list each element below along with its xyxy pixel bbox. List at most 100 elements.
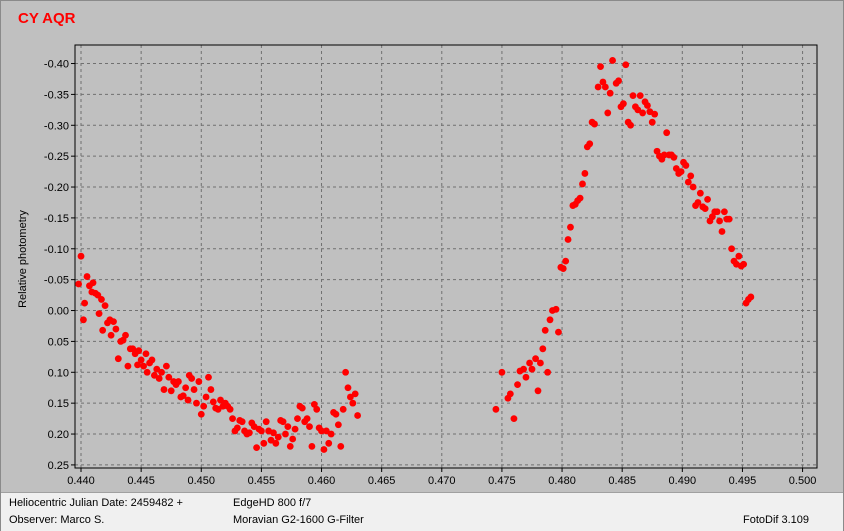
data-point bbox=[279, 418, 287, 426]
y-tick-label: -0.25 bbox=[44, 151, 69, 163]
data-point bbox=[99, 326, 107, 334]
data-point bbox=[184, 396, 192, 404]
data-point bbox=[272, 439, 280, 447]
data-point bbox=[137, 356, 145, 364]
x-tick-label: 0.485 bbox=[608, 475, 636, 487]
data-point bbox=[182, 384, 190, 392]
y-tick-label: -0.30 bbox=[44, 120, 69, 132]
data-point bbox=[562, 257, 570, 265]
data-point bbox=[332, 410, 340, 418]
data-point bbox=[80, 316, 87, 324]
data-point bbox=[629, 92, 637, 100]
data-point bbox=[110, 318, 117, 326]
data-point bbox=[696, 189, 704, 197]
data-point bbox=[567, 223, 574, 231]
data-point bbox=[528, 365, 536, 373]
data-point bbox=[682, 162, 690, 169]
data-point bbox=[339, 405, 347, 413]
x-tick-label: 0.480 bbox=[548, 475, 576, 487]
data-point bbox=[546, 316, 554, 324]
x-tick-label: 0.440 bbox=[67, 475, 95, 487]
x-tick-label: 0.455 bbox=[248, 475, 276, 487]
data-point bbox=[253, 444, 260, 452]
data-point bbox=[77, 252, 85, 260]
data-point bbox=[555, 328, 562, 336]
data-point bbox=[162, 362, 170, 370]
data-point bbox=[124, 362, 132, 370]
y-tick-label: -0.15 bbox=[44, 213, 69, 225]
y-tick-label: -0.20 bbox=[44, 182, 69, 194]
x-tick-label: 0.445 bbox=[127, 475, 155, 487]
data-point bbox=[537, 359, 544, 367]
data-point bbox=[644, 102, 651, 109]
data-point bbox=[160, 386, 168, 393]
data-point bbox=[83, 273, 91, 280]
data-point bbox=[282, 430, 289, 438]
data-point bbox=[586, 140, 594, 148]
y-tick-label: 0.25 bbox=[48, 460, 69, 472]
data-point bbox=[190, 386, 198, 393]
x-tick-label: 0.495 bbox=[729, 475, 757, 487]
data-point bbox=[188, 375, 196, 382]
data-point bbox=[615, 77, 622, 85]
data-point bbox=[520, 365, 527, 373]
data-point bbox=[604, 109, 612, 117]
data-point bbox=[245, 429, 253, 437]
data-point bbox=[725, 215, 733, 223]
data-point bbox=[677, 168, 685, 175]
data-point bbox=[648, 118, 656, 126]
data-point bbox=[258, 427, 265, 435]
plot-background bbox=[75, 45, 817, 468]
data-point bbox=[327, 430, 335, 438]
data-point bbox=[701, 205, 709, 213]
data-point bbox=[349, 399, 357, 407]
x-tick-label: 0.500 bbox=[789, 475, 817, 487]
data-point bbox=[735, 252, 743, 260]
y-tick-label: -0.35 bbox=[44, 89, 69, 101]
data-point bbox=[306, 423, 313, 431]
data-point bbox=[143, 368, 151, 376]
data-point bbox=[98, 296, 105, 303]
footer-info: Heliocentric Julian Date: 2459482 + Obse… bbox=[1, 492, 843, 531]
software-label: FotoDif 3.109 bbox=[743, 514, 810, 526]
data-point bbox=[202, 393, 210, 401]
data-point bbox=[552, 305, 560, 313]
data-point bbox=[262, 418, 270, 426]
data-point bbox=[713, 208, 721, 216]
data-point bbox=[636, 92, 644, 100]
data-point bbox=[506, 390, 514, 398]
data-point bbox=[167, 387, 175, 395]
data-point bbox=[591, 120, 598, 128]
data-point bbox=[175, 378, 182, 385]
data-point bbox=[539, 345, 547, 353]
data-point bbox=[238, 418, 246, 426]
data-point bbox=[284, 423, 292, 431]
data-point bbox=[609, 57, 616, 64]
data-point bbox=[526, 359, 533, 367]
data-point bbox=[689, 183, 697, 191]
data-point bbox=[320, 446, 328, 453]
x-tick-label: 0.465 bbox=[368, 475, 396, 487]
data-point bbox=[544, 368, 552, 376]
data-point bbox=[747, 293, 755, 301]
data-point bbox=[534, 387, 542, 395]
x-tick-label: 0.475 bbox=[488, 475, 516, 487]
data-point bbox=[581, 170, 589, 177]
data-point bbox=[670, 153, 678, 161]
data-point bbox=[342, 368, 349, 376]
y-tick-label: 0.05 bbox=[48, 336, 69, 348]
data-point bbox=[289, 435, 297, 443]
data-point bbox=[510, 415, 518, 422]
chart-window: CY AQR Relative photometry 0.440 0.445 0.4… bbox=[0, 0, 844, 531]
data-point bbox=[334, 421, 342, 429]
data-point bbox=[597, 63, 604, 71]
data-point bbox=[354, 412, 362, 419]
data-point bbox=[233, 424, 241, 432]
data-point bbox=[207, 386, 215, 393]
data-point bbox=[716, 217, 723, 225]
data-point bbox=[75, 280, 83, 288]
data-point bbox=[155, 375, 163, 382]
data-point bbox=[325, 439, 333, 447]
data-point bbox=[564, 236, 572, 243]
data-point bbox=[122, 331, 129, 339]
